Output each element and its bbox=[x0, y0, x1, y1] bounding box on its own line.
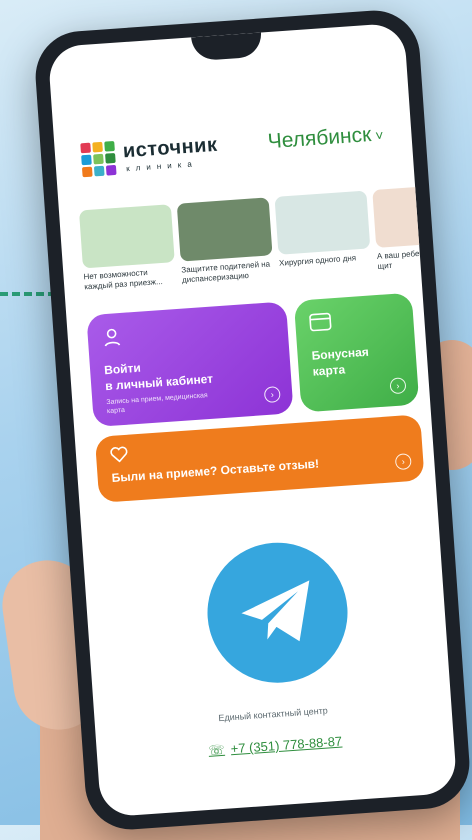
logo-tile bbox=[81, 166, 93, 178]
phone-icon: ☏ bbox=[207, 741, 226, 758]
review-card[interactable]: Были на приеме? Оставьте отзыв! › bbox=[94, 414, 425, 503]
contact-center-label: Единый контактный центр bbox=[218, 705, 329, 724]
phone-number-link[interactable]: ☏ +7 (351) 778-88-87 bbox=[97, 726, 454, 767]
logo-tile bbox=[92, 141, 103, 153]
story-caption: Нет возможности каждый раз приезж... bbox=[83, 267, 163, 292]
camera-notch bbox=[190, 32, 263, 62]
logo-tile bbox=[105, 164, 117, 176]
heart-icon bbox=[109, 445, 129, 469]
card-icon bbox=[309, 312, 333, 337]
app-screen: источник клиника Челябинск ˅ Нет возможно… bbox=[47, 22, 458, 818]
story-thumbnail bbox=[274, 190, 371, 255]
logo-tile bbox=[93, 153, 104, 165]
logo-tile bbox=[81, 154, 92, 166]
logo-tile bbox=[105, 152, 116, 164]
cabinet-title: Войти в личный кабинет bbox=[103, 360, 214, 394]
arrow-right-icon: › bbox=[389, 377, 407, 395]
brand-name: источник bbox=[122, 133, 219, 163]
user-icon bbox=[101, 327, 123, 354]
cabinet-subtitle: Запись на прием, медицинская карта bbox=[106, 392, 208, 416]
phone-number: +7 (351) 778-88-87 bbox=[230, 733, 343, 757]
city-name: Челябинск bbox=[266, 123, 372, 154]
story-caption: А ваш ребенок здоров щит bbox=[376, 246, 458, 271]
story-item[interactable]: Защитите подителей на диспансеризацию bbox=[176, 197, 275, 293]
app-header: источник клиника Челябинск ˅ bbox=[80, 116, 394, 188]
bonus-title: Бонусная карта bbox=[311, 344, 370, 379]
arrow-right-icon: › bbox=[263, 386, 281, 404]
story-item[interactable]: А ваш ребенок здоров щит bbox=[372, 183, 458, 280]
story-caption: Защитите подителей на диспансеризацию bbox=[181, 259, 271, 285]
story-thumbnail bbox=[372, 183, 458, 248]
chevron-down-icon: ˅ bbox=[374, 127, 385, 144]
story-item[interactable]: Нет возможности каждый раз приезж... bbox=[78, 204, 177, 300]
telegram-icon[interactable] bbox=[202, 538, 353, 688]
story-caption: Хирургия одного дня bbox=[278, 253, 357, 268]
logo-tile bbox=[80, 142, 91, 154]
login-cabinet-card[interactable]: Войти в личный кабинет Запись на прием, м… bbox=[86, 301, 294, 428]
logo-tile bbox=[93, 165, 105, 177]
arrow-right-icon: › bbox=[394, 453, 412, 471]
logo-icon bbox=[80, 140, 117, 178]
stories-row: Нет возможности каждый раз приезж... Защи… bbox=[78, 183, 458, 300]
city-selector[interactable]: Челябинск ˅ bbox=[267, 122, 384, 154]
review-title: Были на приеме? Оставьте отзыв! bbox=[111, 456, 320, 485]
logo-tile bbox=[104, 140, 115, 152]
bonus-card[interactable]: Бонусная карта › bbox=[293, 292, 420, 413]
phone-device: источник клиника Челябинск ˅ Нет возможно… bbox=[32, 7, 472, 833]
story-item[interactable]: Хирургия одного дня bbox=[274, 190, 372, 287]
story-thumbnail bbox=[78, 204, 175, 269]
story-thumbnail bbox=[176, 197, 273, 262]
